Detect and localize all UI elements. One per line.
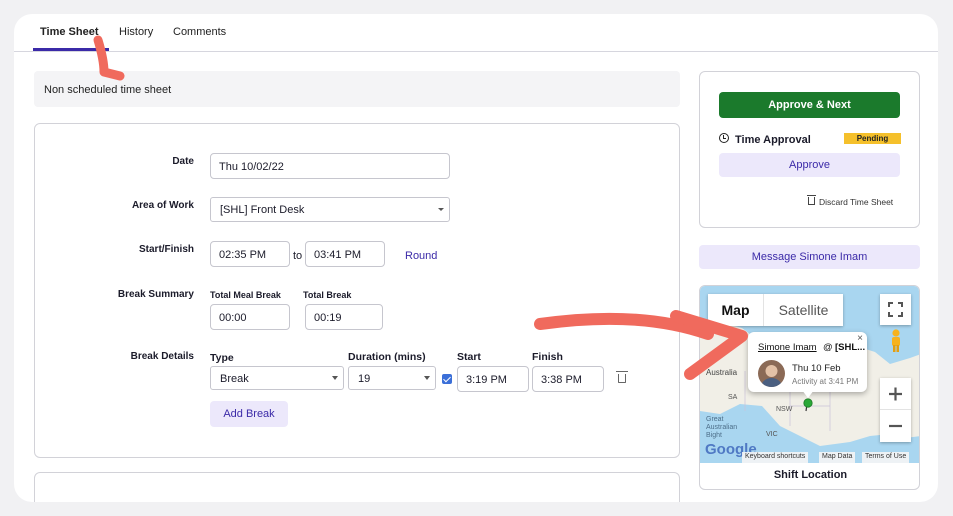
popup-employee-name[interactable]: Simone Imam [758,342,817,353]
chevron-down-icon [332,376,338,380]
shift-location-label: Shift Location [773,469,848,481]
zoom-control [880,378,911,442]
delete-break-icon[interactable] [616,371,628,383]
finish-time-field[interactable]: 03:41 PM [305,241,385,267]
break-details-label: Break Details [130,351,194,362]
popup-at-symbol: @ [823,342,833,353]
approve-next-button[interactable]: Approve & Next [719,92,900,118]
keyboard-shortcuts-link[interactable]: Keyboard shortcuts [742,452,809,463]
area-of-work-select[interactable]: [SHL] Front Desk [210,197,450,222]
type-header: Type [210,352,234,364]
time-approval-label: Time Approval [735,134,811,146]
active-tab-indicator [33,48,109,51]
map-label-australia: Australia [706,368,738,377]
map-label-sa: SA [728,394,738,401]
date-label: Date [172,156,194,167]
location-pin-icon [803,398,817,412]
time-sheet-banner: Non scheduled time sheet [34,71,680,107]
fullscreen-icon[interactable] [880,294,911,325]
discard-time-sheet-link[interactable]: Discard Time Sheet [819,197,893,207]
map-label-nsw: NSW [776,406,793,413]
date-field[interactable]: Thu 10/02/22 [210,153,450,179]
map-label-bight-1: Great [706,416,724,423]
paid-break-checkbox[interactable] [442,374,452,384]
street-view-pegman-icon[interactable] [886,328,906,354]
map-info-popup: Simone Imam @ [SHL... × Thu 10 Feb Activ… [748,332,867,392]
add-break-button[interactable]: Add Break [210,401,288,427]
area-of-work-label: Area of Work [131,200,194,211]
map-view[interactable]: Australia SA NSW VIC Great Australian Bi… [700,286,919,463]
map-type-control: Map Satellite [708,294,843,326]
map-label-bight-3: Bight [706,432,722,439]
break-start-field[interactable]: 3:19 PM [457,366,529,392]
to-separator: to [293,250,303,262]
banner-text: Non scheduled time sheet [44,84,172,96]
secondary-form-card [34,472,680,502]
tab-bar: Time Sheet History Comments [14,14,938,52]
zoom-out-icon[interactable] [880,410,911,442]
round-link[interactable]: Round [405,250,437,262]
total-meal-break-field[interactable]: 00:00 [210,304,290,330]
popup-activity: Activity at 3:41 PM [792,377,859,386]
start-time-field[interactable]: 02:35 PM [210,241,290,267]
break-summary-label: Break Summary [117,289,194,300]
break-finish-field[interactable]: 3:38 PM [532,366,604,392]
app-frame: Time Sheet History Comments Non schedule… [14,14,938,502]
message-employee-button[interactable]: Message Simone Imam [699,245,920,269]
break-duration-value: 19 [358,373,371,385]
map-label-bight-2: Australian [706,424,738,431]
map-type-satellite-button[interactable]: Satellite [764,294,843,326]
break-duration-select[interactable]: 19 [348,366,436,390]
status-badge: Pending [844,133,901,144]
start-header: Start [457,351,481,363]
tab-time-sheet[interactable]: Time Sheet [40,26,99,38]
popup-tail [802,390,814,398]
break-type-select[interactable]: Break [210,366,344,390]
map-type-map-button[interactable]: Map [708,294,764,326]
start-finish-label: Start/Finish [138,244,194,255]
total-break-field[interactable]: 00:19 [305,304,383,330]
close-icon[interactable]: × [857,333,863,344]
approve-button[interactable]: Approve [719,153,900,177]
clock-icon [719,133,729,143]
terms-of-use-link[interactable]: Terms of Use [862,452,910,463]
map-data-link[interactable]: Map Data [819,452,856,463]
total-break-label: Total Break [303,290,352,300]
map-label-vic: VIC [766,431,778,438]
chevron-down-icon [424,376,430,380]
chevron-down-icon [438,208,444,211]
tab-history[interactable]: History [119,26,153,38]
shift-location-card: Australia SA NSW VIC Great Australian Bi… [699,285,920,490]
trash-icon [807,195,816,205]
popup-date: Thu 10 Feb [792,363,841,374]
area-of-work-value: [SHL] Front Desk [220,204,305,216]
finish-header: Finish [532,351,563,363]
break-type-value: Break [220,373,249,385]
duration-header: Duration (mins) [348,351,426,363]
approval-panel: Approve & Next Time Approval Pending App… [699,71,920,228]
time-sheet-form: Date Thu 10/02/22 Area of Work [SHL] Fro… [34,123,680,458]
total-meal-break-label: Total Meal Break [210,290,281,300]
zoom-in-icon[interactable] [880,378,911,410]
tab-comments[interactable]: Comments [173,26,226,38]
avatar [758,360,785,387]
